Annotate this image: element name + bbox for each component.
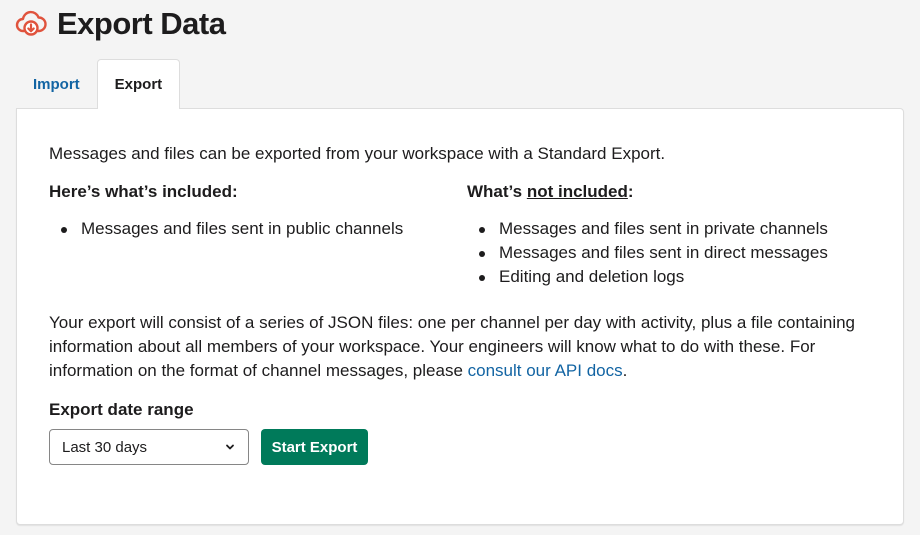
included-heading: Here’s what’s included: <box>49 182 238 201</box>
not-included-emphasis: not included <box>526 182 628 201</box>
chevron-down-icon <box>224 441 236 453</box>
list-item: Messages and files sent in public channe… <box>49 217 403 241</box>
tab-export[interactable]: Export <box>96 59 181 109</box>
start-export-button[interactable]: Start Export <box>261 429 368 465</box>
date-range-value: Last 30 days <box>62 438 148 456</box>
export-description: Your export will consist of a series of … <box>49 313 856 380</box>
included-section: Here’s what’s included: Messages and fil… <box>49 182 403 241</box>
not-included-heading: What’s not included: <box>467 182 634 201</box>
date-range-label: Export date range <box>49 400 194 419</box>
export-panel: Messages and files can be exported from … <box>16 108 904 525</box>
included-list: Messages and files sent in public channe… <box>49 217 403 241</box>
intro-text: Messages and files can be exported from … <box>49 144 666 163</box>
list-item: Messages and files sent in direct messag… <box>467 241 828 265</box>
list-item: Messages and files sent in private chann… <box>467 217 828 241</box>
tab-import[interactable]: Import <box>16 59 97 109</box>
list-item: Editing and deletion logs <box>467 265 828 289</box>
tab-bar: Import Export <box>16 59 181 109</box>
not-included-list: Messages and files sent in private chann… <box>467 217 828 289</box>
date-range-select[interactable]: Last 30 days <box>49 429 249 465</box>
not-included-section: What’s not included: Messages and files … <box>467 182 828 289</box>
page-header: Export Data <box>15 4 226 44</box>
api-docs-link[interactable]: consult our API docs <box>468 361 623 380</box>
page-title: Export Data <box>57 6 226 41</box>
cloud-download-icon <box>15 8 47 40</box>
